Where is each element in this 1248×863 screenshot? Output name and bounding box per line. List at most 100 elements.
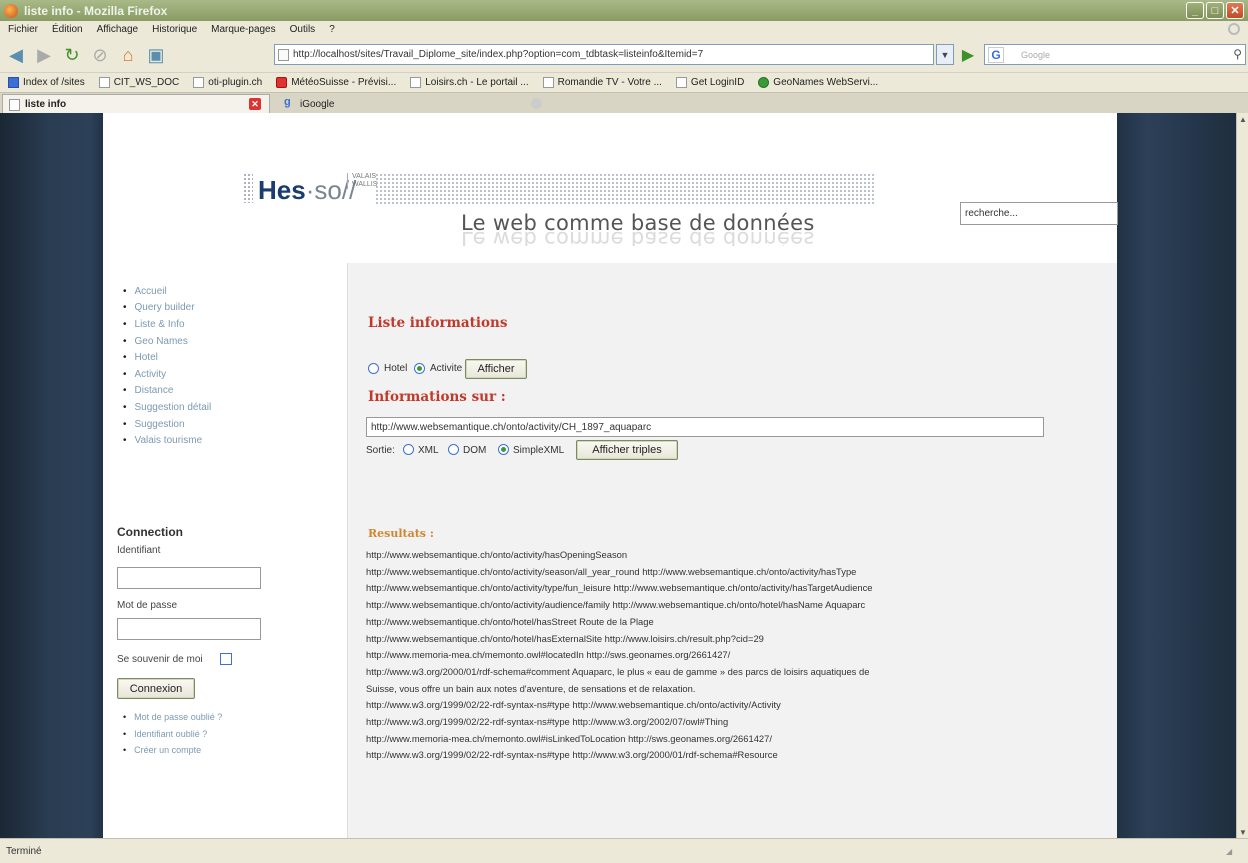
decorative-dot-band (375, 173, 875, 205)
remember-checkbox[interactable] (220, 653, 232, 665)
radio-hotel[interactable] (368, 363, 379, 374)
radio-activite-label: Activite (430, 363, 463, 374)
radio-activite[interactable] (414, 363, 425, 374)
search-input[interactable]: G Google ⚲ (984, 44, 1246, 65)
tv-icon (542, 77, 554, 88)
left-sidebar: Accueil Query builder Liste & Info Geo N… (103, 263, 347, 838)
tab-bar: liste info ✕ g iGoogle (0, 92, 1248, 114)
login-button[interactable]: Connexion (117, 678, 195, 699)
remember-label: Se souvenir de moi (117, 654, 203, 665)
valais-wallis-logo: VALAIS WALLIS (347, 173, 377, 189)
bookmark-item[interactable]: GeoNames WebServi... (758, 77, 878, 88)
google-icon: g (284, 96, 291, 108)
forgot-username-link[interactable]: Identifiant oublié ? (123, 726, 222, 743)
page-icon (410, 77, 422, 88)
bookmark-icon (8, 77, 19, 88)
menu-item-hotel[interactable]: Hotel (123, 349, 211, 366)
create-account-link[interactable]: Créer un compte (123, 742, 222, 759)
reload-button[interactable]: ↻ (60, 43, 84, 67)
bookmark-item[interactable]: Get LoginID (675, 77, 744, 88)
menu-outils[interactable]: Outils (290, 24, 316, 35)
close-tab-icon[interactable] (531, 98, 542, 109)
url-bar[interactable]: http://localhost/sites/Travail_Diplome_s… (274, 44, 934, 65)
navigation-toolbar: ◀ ▶ ↻ ⊘ ⌂ ▣ http://localhost/sites/Trava… (0, 38, 1248, 72)
menu-bar: Fichier Édition Affichage Historique Mar… (0, 21, 1248, 38)
status-text: Terminé (6, 845, 42, 857)
radio-simplexml[interactable] (498, 444, 509, 455)
menu-edition[interactable]: Édition (52, 24, 83, 35)
vertical-scrollbar[interactable]: ▲ ▼ (1236, 113, 1248, 838)
page-viewport: Hes·so// VALAIS WALLIS Le web comme base … (0, 113, 1236, 838)
radio-xml-label: XML (418, 445, 439, 456)
identifiant-field[interactable] (117, 567, 261, 589)
meteo-icon (276, 77, 288, 88)
radio-xml[interactable] (403, 444, 414, 455)
pen-icon (675, 77, 687, 88)
menu-item-liste-info[interactable]: Liste & Info (123, 316, 211, 333)
forward-button[interactable]: ▶ (32, 43, 56, 67)
search-icon[interactable]: ⚲ (1233, 47, 1242, 61)
menu-affichage[interactable]: Affichage (97, 24, 139, 35)
menu-item-suggestion[interactable]: Suggestion (123, 416, 211, 433)
menu-historique[interactable]: Historique (152, 24, 197, 35)
menu-item-geo-names[interactable]: Geo Names (123, 333, 211, 350)
menu-item-valais-tourisme[interactable]: Valais tourisme (123, 432, 211, 449)
url-dropdown-button[interactable]: ▼ (936, 44, 954, 65)
resize-grip-icon[interactable]: ◢ (1226, 847, 1238, 857)
results-list: http://www.websemantique.ch/onto/activit… (366, 547, 1106, 764)
afficher-triples-button[interactable]: Afficher triples (576, 440, 678, 460)
tab-igoogle[interactable]: g iGoogle (278, 94, 548, 114)
account-links: Mot de passe oublié ? Identifiant oublié… (123, 709, 222, 759)
bookmark-item[interactable]: Index of /sites (8, 77, 85, 88)
result-line: http://www.websemantique.ch/onto/activit… (366, 565, 857, 577)
menu-item-accueil[interactable]: Accueil (123, 283, 211, 300)
bookmark-item[interactable]: MétéoSuisse - Prévisi... (276, 77, 396, 88)
minimize-button[interactable]: _ (1186, 2, 1204, 19)
site-header: Hes·so// VALAIS WALLIS Le web comme base … (103, 113, 1118, 263)
results-title: Resultats : (368, 527, 434, 540)
bookmark-item[interactable]: CIT_WS_DOC (98, 77, 179, 88)
background-band (1117, 113, 1236, 838)
go-button[interactable]: ▶ (958, 44, 978, 65)
bookmark-page-button[interactable]: ▣ (144, 43, 168, 67)
stop-button[interactable]: ⊘ (88, 43, 112, 67)
firefox-icon (4, 3, 18, 18)
close-button[interactable]: ✕ (1226, 2, 1244, 19)
scroll-up-icon[interactable]: ▲ (1237, 113, 1248, 125)
menu-marque-pages[interactable]: Marque-pages (211, 24, 275, 35)
bookmark-item[interactable]: Romandie TV - Votre ... (542, 77, 662, 88)
menu-help[interactable]: ? (329, 24, 335, 35)
password-field[interactable] (117, 618, 261, 640)
site-search-input[interactable]: recherche... (960, 202, 1118, 225)
logo-dots (243, 173, 253, 203)
menu-item-activity[interactable]: Activity (123, 366, 211, 383)
window-titlebar[interactable]: liste info - Mozilla Firefox _ □ ✕ (0, 0, 1248, 21)
result-line: http://www.websemantique.ch/onto/hotel/h… (366, 615, 654, 627)
menu-item-distance[interactable]: Distance (123, 383, 211, 400)
search-placeholder: Google (1021, 49, 1051, 60)
result-line: http://www.w3.org/1999/02/22-rdf-syntax-… (366, 749, 778, 761)
menu-item-query-builder[interactable]: Query builder (123, 300, 211, 317)
connection-title: Connection (117, 525, 183, 539)
bookmarks-toolbar: Index of /sites CIT_WS_DOC oti-plugin.ch… (0, 72, 1248, 92)
forgot-password-link[interactable]: Mot de passe oublié ? (123, 709, 222, 726)
bookmark-item[interactable]: oti-plugin.ch (193, 77, 262, 88)
radio-simplexml-label: SimpleXML (513, 445, 565, 456)
tab-liste-info[interactable]: liste info ✕ (2, 94, 270, 114)
result-line: http://www.w3.org/2000/01/rdf-schema#com… (366, 665, 870, 677)
google-engine-icon[interactable]: G (988, 47, 1004, 63)
result-line: http://www.websemantique.ch/onto/activit… (366, 582, 873, 594)
bookmark-item[interactable]: Loisirs.ch - Le portail ... (410, 77, 529, 88)
menu-item-suggestion-detail[interactable]: Suggestion détail (123, 399, 212, 416)
hes-so-logo[interactable]: Hes·so// (258, 175, 356, 206)
uri-input[interactable]: http://www.websemantique.ch/onto/activit… (366, 417, 1044, 437)
home-button[interactable]: ⌂ (116, 43, 140, 67)
back-button[interactable]: ◀ (4, 43, 28, 67)
radio-dom[interactable] (448, 444, 459, 455)
afficher-button[interactable]: Afficher (465, 359, 527, 379)
maximize-button[interactable]: □ (1206, 2, 1224, 19)
scroll-down-icon[interactable]: ▼ (1237, 826, 1248, 838)
menu-fichier[interactable]: Fichier (8, 24, 38, 35)
close-tab-icon[interactable]: ✕ (249, 98, 261, 110)
heading-liste-informations: Liste informations (368, 315, 508, 331)
